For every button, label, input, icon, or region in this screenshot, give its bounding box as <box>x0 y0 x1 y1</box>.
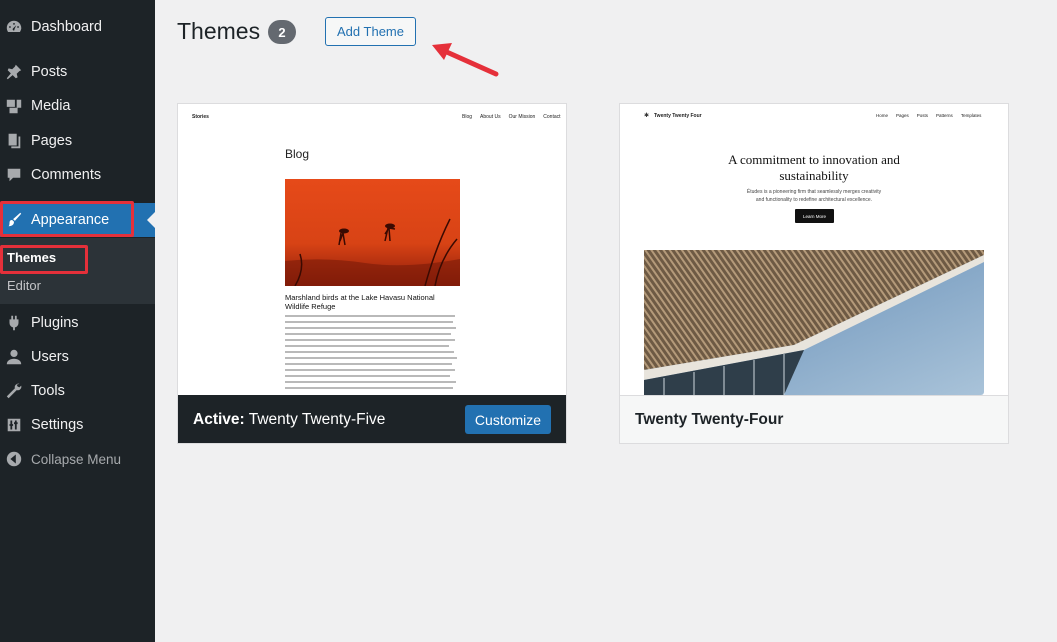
current-menu-arrow <box>147 212 155 228</box>
collapse-menu-label: Collapse Menu <box>31 451 122 467</box>
admin-sidebar: Dashboard Posts Media Pages Comments App… <box>0 0 155 642</box>
submenu-editor[interactable]: Editor <box>7 278 41 293</box>
preview-text-line <box>285 375 450 377</box>
active-label: Active: <box>193 411 245 428</box>
menu-settings[interactable]: Settings <box>0 408 155 442</box>
preview-heading: Blog <box>285 147 310 161</box>
preview-text-line <box>285 387 453 389</box>
menu-tools[interactable]: Tools <box>0 374 155 408</box>
preview-text-line <box>285 327 456 329</box>
user-icon <box>4 347 24 367</box>
menu-users[interactable]: Users <box>0 340 155 374</box>
menu-dashboard[interactable]: Dashboard <box>0 10 155 44</box>
preview-nav-item: Templates <box>960 113 982 118</box>
preview-text-line <box>285 321 453 323</box>
theme-count-badge: 2 <box>268 20 296 44</box>
preview-text-line <box>285 363 452 365</box>
menu-pages[interactable]: Pages <box>0 124 155 158</box>
theme-name: Twenty Twenty-Four <box>635 411 784 428</box>
theme-footer: Active: Twenty Twenty-Five Customize <box>178 395 566 443</box>
comment-icon <box>4 165 24 185</box>
preview-site-title: Twenty Twenty Four <box>654 113 702 119</box>
menu-appearance-label: Appearance <box>31 212 110 228</box>
preview-nav-item: Home <box>876 113 889 118</box>
menu-dashboard-label: Dashboard <box>31 19 102 35</box>
preview-headline: A commitment to innovation and sustainab… <box>728 152 900 183</box>
preview-text-line <box>285 381 456 383</box>
menu-users-label: Users <box>31 349 69 365</box>
preview-nav-item: About Us <box>480 114 501 120</box>
page-title: Themes <box>177 18 261 44</box>
customize-button[interactable]: Customize <box>465 405 551 434</box>
preview-site-title: Stories <box>192 114 209 120</box>
media-icon <box>4 96 24 116</box>
plugin-icon <box>4 313 24 333</box>
menu-tools-label: Tools <box>31 383 65 399</box>
preview-nav-item: Our Mission <box>508 114 536 120</box>
preview-text-line <box>285 315 455 317</box>
menu-media-label: Media <box>31 98 71 114</box>
preview-nav-item: Patterns <box>936 113 953 118</box>
menu-plugins[interactable]: Plugins <box>0 306 155 340</box>
submenu-themes[interactable]: Themes <box>7 250 56 265</box>
collapse-menu-button[interactable]: Collapse Menu <box>0 442 155 476</box>
preview-nav-item: Contact <box>543 114 561 120</box>
preview-nav: Home Pages Posts Patterns Templates <box>868 113 981 118</box>
preview-bird-image <box>285 179 460 286</box>
menu-appearance[interactable]: Appearance <box>0 203 155 237</box>
menu-plugins-label: Plugins <box>31 315 79 331</box>
collapse-icon <box>4 449 24 469</box>
preview-nav: Blog About Us Our Mission Contact <box>454 114 561 120</box>
menu-posts-label: Posts <box>31 64 68 80</box>
preview-post-title: Marshland birds at the Lake Havasu Natio… <box>285 293 435 311</box>
theme-footer: Twenty Twenty-Four <box>620 395 1008 443</box>
preview-nav-item: Posts <box>916 113 929 118</box>
preview-text-line <box>285 357 457 359</box>
pages-icon <box>4 131 24 151</box>
preview-nav-item: Pages <box>896 113 909 118</box>
theme-screenshot[interactable]: Stories Blog About Us Our Mission Contact B… <box>178 104 566 395</box>
theme-name: Twenty Twenty-Five <box>248 411 386 428</box>
wrench-icon <box>4 381 24 401</box>
dashboard-icon <box>4 17 24 37</box>
preview-logo-icon: ✱ <box>644 113 650 119</box>
theme-screenshot[interactable]: ✱ Twenty Twenty Four Home Pages Posts Patte… <box>620 104 1008 395</box>
paintbrush-icon <box>4 210 24 230</box>
menu-settings-label: Settings <box>31 417 84 433</box>
preview-nav-item: Blog <box>462 114 473 120</box>
preview-learn-more-button: Learn More <box>795 209 834 223</box>
pin-icon <box>4 62 24 82</box>
settings-icon <box>4 415 24 435</box>
preview-text-line <box>285 369 455 371</box>
appearance-submenu: Themes Editor <box>0 238 155 304</box>
preview-text-line <box>285 339 455 341</box>
theme-card-active[interactable]: Stories Blog About Us Our Mission Contact B… <box>177 103 567 444</box>
preview-text-line <box>285 345 449 347</box>
menu-comments-label: Comments <box>31 167 102 183</box>
menu-comments[interactable]: Comments <box>0 158 155 192</box>
add-theme-button[interactable]: Add Theme <box>325 17 416 46</box>
menu-media[interactable]: Media <box>0 89 155 123</box>
preview-building-image <box>644 250 984 395</box>
preview-text-line <box>285 351 454 353</box>
annotation-arrow-icon <box>432 43 499 77</box>
menu-posts[interactable]: Posts <box>0 55 155 89</box>
theme-card[interactable]: ✱ Twenty Twenty Four Home Pages Posts Patte… <box>619 103 1009 444</box>
preview-text-line <box>285 333 451 335</box>
menu-pages-label: Pages <box>31 133 73 149</box>
active-theme-name: Active: Twenty Twenty-Five <box>193 411 385 429</box>
preview-subline: Études is a pioneering firm that seamles… <box>746 189 882 203</box>
